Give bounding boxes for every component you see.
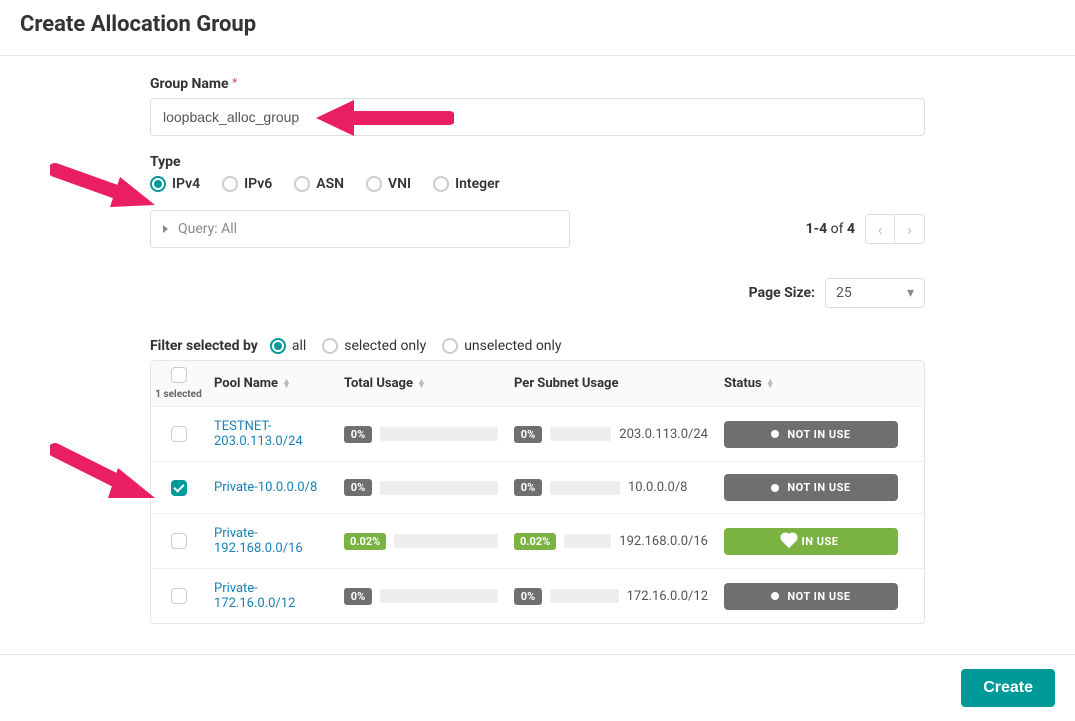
- type-radio-ipv4[interactable]: IPv4: [150, 176, 200, 192]
- sort-icon: ▲▼: [417, 380, 426, 388]
- table-row: Private-10.0.0.0/8 0% 0% 10.0.0.0/8 NOT IN U…: [151, 461, 924, 513]
- per-subnet-bar: [564, 534, 611, 548]
- pool-name-link[interactable]: TESTNET-203.0.113.0/24: [206, 407, 336, 461]
- row-checkbox[interactable]: [171, 533, 187, 549]
- radio-icon: [270, 338, 286, 354]
- status-pill: IN USE: [724, 528, 898, 555]
- radio-label: IPv4: [172, 176, 200, 192]
- heart-icon: [781, 534, 795, 548]
- table-row: Private-172.16.0.0/12 0% 0% 172.16.0.0/12 NO…: [151, 568, 924, 623]
- subnet-text: 172.16.0.0/12: [627, 589, 708, 604]
- total-usage-bar: [380, 481, 498, 495]
- col-pool-name[interactable]: Pool Name ▲▼: [206, 366, 336, 401]
- radio-icon: [222, 176, 238, 192]
- caret-right-icon: [163, 225, 168, 233]
- radio-icon: [366, 176, 382, 192]
- subnet-text: 10.0.0.0/8: [628, 480, 687, 495]
- total-usage-bar: [394, 534, 498, 548]
- status-text: NOT IN USE: [787, 428, 850, 441]
- radio-icon: [150, 176, 166, 192]
- per-subnet-bar: [550, 427, 611, 441]
- per-subnet-badge: 0%: [514, 588, 542, 605]
- subnet-text: 192.168.0.0/16: [619, 534, 708, 549]
- total-usage-badge: 0%: [344, 426, 372, 443]
- caret-down-icon: ▾: [907, 285, 914, 301]
- radio-icon: [433, 176, 449, 192]
- status-pill: NOT IN USE: [724, 474, 898, 501]
- col-total-usage[interactable]: Total Usage ▲▼: [336, 366, 506, 401]
- type-radio-asn[interactable]: ASN: [294, 176, 344, 192]
- per-subnet-badge: 0%: [514, 426, 542, 443]
- total-usage-bar: [380, 427, 498, 441]
- range-text: 1-4 of 4: [806, 221, 855, 237]
- status-pill: NOT IN USE: [724, 421, 898, 448]
- radio-icon: [294, 176, 310, 192]
- radio-label: all: [292, 338, 306, 354]
- row-checkbox[interactable]: [171, 480, 187, 496]
- page-size-label: Page Size:: [749, 285, 815, 301]
- status-text: NOT IN USE: [787, 590, 850, 603]
- radio-label: unselected only: [464, 338, 561, 354]
- filter-radio-all[interactable]: all: [270, 338, 306, 354]
- radio-label: IPv6: [244, 176, 272, 192]
- dot-icon: [771, 430, 779, 438]
- row-checkbox[interactable]: [171, 426, 187, 442]
- radio-icon: [442, 338, 458, 354]
- pool-table: 1 selected Pool Name ▲▼ Total Usage ▲▼ P…: [150, 360, 925, 624]
- type-radio-vni[interactable]: VNI: [366, 176, 411, 192]
- pool-name-link[interactable]: Private-10.0.0.0/8: [206, 468, 336, 507]
- status-pill: NOT IN USE: [724, 583, 898, 610]
- type-radio-integer[interactable]: Integer: [433, 176, 500, 192]
- prev-page-button[interactable]: ‹: [865, 214, 895, 244]
- sort-icon: ▲▼: [282, 380, 291, 388]
- filter-radio-selected-only[interactable]: selected only: [322, 338, 426, 354]
- total-usage-badge: 0%: [344, 588, 372, 605]
- radio-label: Integer: [455, 176, 500, 192]
- per-subnet-bar: [550, 481, 620, 495]
- table-row: TESTNET-203.0.113.0/24 0% 0% 203.0.113.0/24…: [151, 406, 924, 461]
- filter-radio-unselected-only[interactable]: unselected only: [442, 338, 561, 354]
- col-status[interactable]: Status ▲▼: [716, 366, 906, 401]
- total-usage-badge: 0%: [344, 479, 372, 496]
- radio-label: selected only: [344, 338, 426, 354]
- create-button[interactable]: Create: [961, 669, 1055, 707]
- selected-count: 1 selected: [155, 389, 201, 400]
- subnet-text: 203.0.113.0/24: [619, 427, 708, 442]
- sort-icon: ▲▼: [766, 380, 775, 388]
- total-usage-bar: [380, 589, 498, 603]
- status-text: NOT IN USE: [787, 481, 850, 494]
- pool-name-link[interactable]: Private-192.168.0.0/16: [206, 514, 336, 568]
- col-per-subnet-usage: Per Subnet Usage: [506, 366, 716, 401]
- header-checkbox-cell: 1 selected: [151, 361, 206, 406]
- dot-icon: [771, 592, 779, 600]
- page-title: Create Allocation Group: [20, 12, 1055, 37]
- dot-icon: [771, 484, 779, 492]
- row-checkbox[interactable]: [171, 588, 187, 604]
- table-row: Private-192.168.0.0/16 0.02% 0.02% 192.168.…: [151, 513, 924, 568]
- query-box[interactable]: Query: All: [150, 210, 570, 248]
- radio-label: VNI: [388, 176, 411, 192]
- required-indicator: *: [232, 76, 237, 89]
- group-name-input[interactable]: [150, 98, 925, 136]
- per-subnet-badge: 0%: [514, 479, 542, 496]
- select-all-checkbox[interactable]: [171, 367, 187, 383]
- radio-label: ASN: [316, 176, 344, 192]
- radio-icon: [322, 338, 338, 354]
- type-label: Type: [150, 154, 925, 170]
- status-text: IN USE: [802, 535, 839, 548]
- group-name-label: Group Name *: [150, 76, 925, 92]
- page-size-select[interactable]: 25 ▾: [825, 278, 925, 308]
- total-usage-badge: 0.02%: [344, 533, 386, 550]
- per-subnet-badge: 0.02%: [514, 533, 556, 550]
- type-radio-ipv6[interactable]: IPv6: [222, 176, 272, 192]
- filter-label: Filter selected by: [150, 338, 258, 354]
- per-subnet-bar: [550, 589, 619, 603]
- next-page-button[interactable]: ›: [895, 214, 925, 244]
- pool-name-link[interactable]: Private-172.16.0.0/12: [206, 569, 336, 623]
- query-text: Query: All: [178, 221, 237, 237]
